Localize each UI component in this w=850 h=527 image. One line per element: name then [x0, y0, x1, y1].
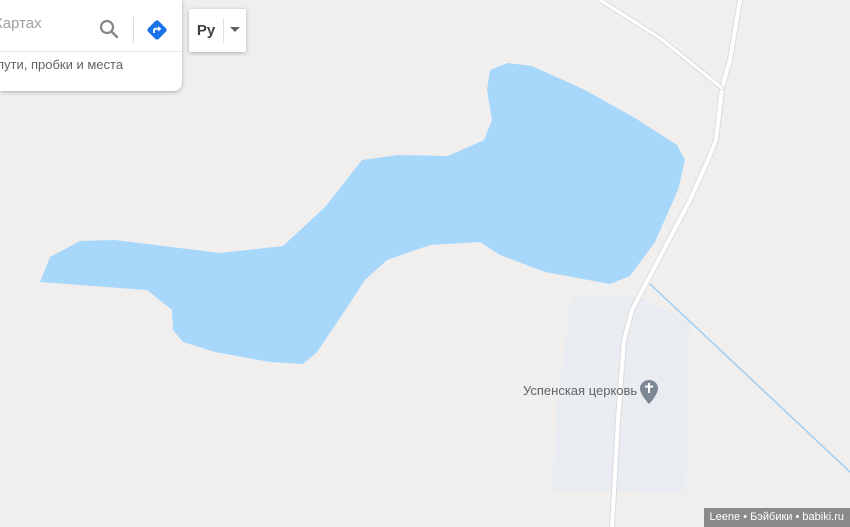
currency-control: Ру	[189, 9, 246, 52]
search-icon[interactable]	[98, 18, 120, 40]
search-hint-text: пути, пробки и места	[0, 57, 124, 72]
caret-down-icon[interactable]	[224, 9, 246, 52]
directions-icon[interactable]	[145, 18, 169, 42]
search-box: пути, пробки и места	[0, 0, 182, 91]
search-input[interactable]	[0, 8, 96, 38]
map-attribution: Leene • Бэйбики • babiki.ru	[703, 508, 850, 527]
search-suggestion-row[interactable]: пути, пробки и места	[0, 51, 182, 80]
church-pin-icon[interactable]	[640, 380, 658, 404]
search-divider	[133, 17, 134, 43]
poi-label-church[interactable]: Успенская церковь	[523, 383, 637, 398]
currency-button[interactable]: Ру	[189, 9, 223, 52]
